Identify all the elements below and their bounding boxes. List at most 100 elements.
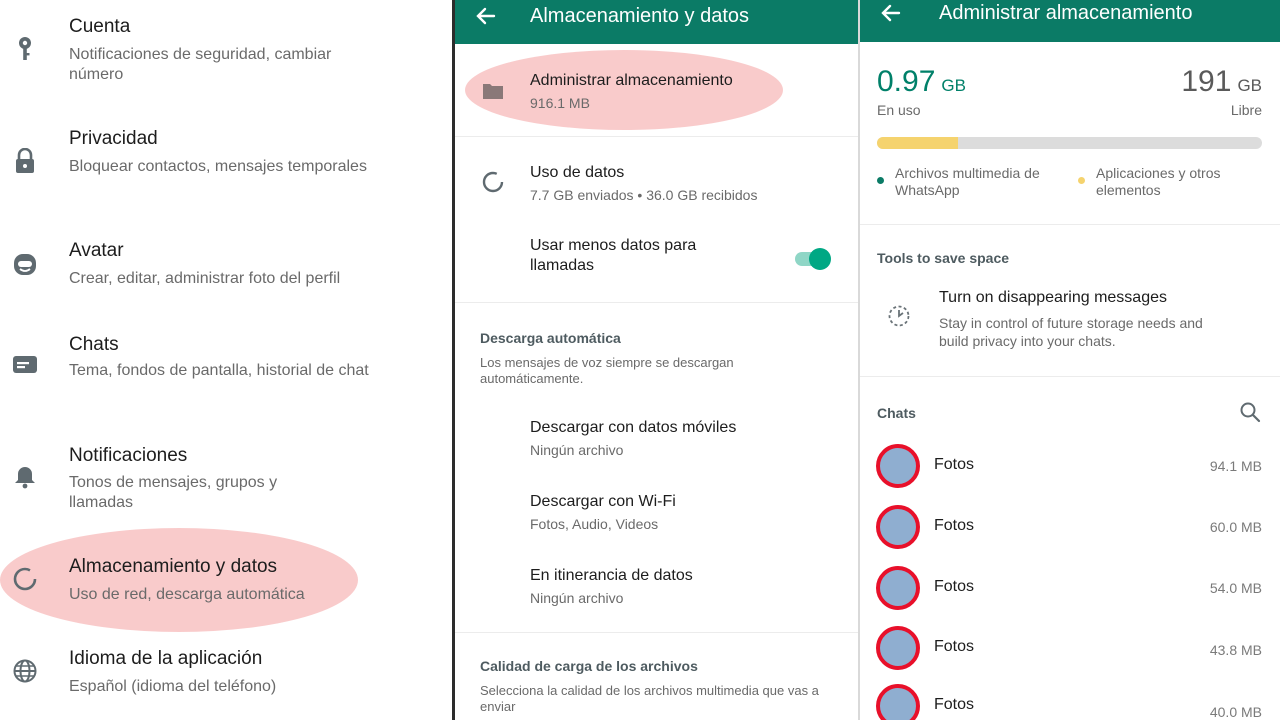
used-number: 0.97 <box>877 65 936 98</box>
folder-icon <box>482 82 504 105</box>
settings-item-notifications[interactable]: Notificaciones Tonos de mensajes, grupos… <box>0 430 452 528</box>
settings-item-subtitle: Bloquear contactos, mensajes temporales <box>69 158 367 175</box>
upload-quality-heading: Calidad de carga de los archivos <box>480 658 698 674</box>
less-data-title-line2: llamadas <box>530 257 595 274</box>
manage-storage-row[interactable]: Administrar almacenamiento 916.1 MB <box>455 60 858 130</box>
chat-size: 40.0 MB <box>1209 704 1262 720</box>
manage-storage-size: 916.1 MB <box>530 95 590 111</box>
app-header: Administrar almacenamiento <box>860 0 1280 42</box>
download-mobile-row[interactable]: Descargar con datos móviles Ningún archi… <box>455 410 858 470</box>
chat-name: Fotos <box>934 578 975 595</box>
legend-dot-yellow <box>1078 177 1085 184</box>
divider <box>455 632 858 633</box>
settings-item-account[interactable]: Cuenta Notificaciones de seguridad, camb… <box>0 0 452 110</box>
disappearing-messages-row[interactable]: Turn on disappearing messages Stay in co… <box>860 282 1280 362</box>
settings-item-subtitle: Tema, fondos de pantalla, historial de c… <box>69 362 369 379</box>
chat-icon <box>12 352 38 378</box>
disappearing-subtitle: Stay in control of future storage needs … <box>939 315 1203 349</box>
used-label: En uso <box>877 102 921 118</box>
download-roaming-title: En itinerancia de datos <box>530 567 693 584</box>
chat-row[interactable]: Fotos 40.0 MB <box>860 680 1280 720</box>
upload-quality-note: Selecciona la calidad de los archivos mu… <box>480 683 819 714</box>
storage-data-panel: Almacenamiento y datos Administrar almac… <box>455 0 858 720</box>
settings-item-subtitle: Notificaciones de seguridad, cambiar núm… <box>69 46 332 83</box>
avatar <box>876 684 920 720</box>
avatar <box>876 626 920 670</box>
disappearing-title: Turn on disappearing messages <box>939 289 1167 306</box>
settings-item-title: Privacidad <box>69 128 158 149</box>
free-unit: GB <box>1237 76 1262 95</box>
settings-item-privacy[interactable]: Privacidad Bloquear contactos, mensajes … <box>0 112 452 222</box>
free-label: Libre <box>1230 102 1262 118</box>
download-wifi-title: Descargar con Wi-Fi <box>530 493 676 510</box>
data-usage-row[interactable]: Uso de datos 7.7 GB enviados • 36.0 GB r… <box>455 152 858 212</box>
settings-item-title: Cuenta <box>69 16 131 37</box>
divider <box>860 224 1280 225</box>
download-wifi-row[interactable]: Descargar con Wi-Fi Fotos, Audio, Videos <box>455 484 858 544</box>
chat-row[interactable]: Fotos 94.1 MB <box>860 438 1280 494</box>
chats-heading: Chats <box>877 405 916 421</box>
chat-size: 54.0 MB <box>1209 580 1262 596</box>
lock-icon <box>12 148 38 174</box>
chat-name: Fotos <box>934 696 975 713</box>
divider <box>455 302 858 303</box>
settings-item-chats[interactable]: Chats Tema, fondos de pantalla, historia… <box>0 318 452 428</box>
tools-heading: Tools to save space <box>877 250 1010 266</box>
download-wifi-subtitle: Fotos, Audio, Videos <box>530 516 659 532</box>
chat-row[interactable]: Fotos 60.0 MB <box>860 499 1280 555</box>
data-usage-icon <box>12 566 38 592</box>
settings-item-storage-data[interactable]: Almacenamiento y datos Uso de red, desca… <box>0 540 452 630</box>
settings-item-subtitle: Tonos de mensajes, grupos y llamadas <box>69 474 278 511</box>
data-usage-subtitle: 7.7 GB enviados • 36.0 GB recibidos <box>530 187 758 203</box>
legend-apps-label: Aplicaciones y otros elementos <box>1096 165 1221 198</box>
app-header: Almacenamiento y datos <box>455 0 858 44</box>
settings-item-language[interactable]: Idioma de la aplicación Español (idioma … <box>0 632 452 720</box>
settings-panel: Cuenta Notificaciones de seguridad, camb… <box>0 0 452 720</box>
less-data-calls-row[interactable]: Usar menos datos para llamadas <box>455 230 858 290</box>
less-data-title-line1: Usar menos datos para <box>530 237 697 254</box>
settings-item-title: Avatar <box>69 240 124 261</box>
avatar <box>876 566 920 610</box>
legend-dot-green <box>877 177 884 184</box>
manage-storage-title: Administrar almacenamiento <box>530 72 733 89</box>
chat-name: Fotos <box>934 456 975 473</box>
back-arrow-icon[interactable] <box>475 5 497 27</box>
avatar <box>876 505 920 549</box>
settings-item-subtitle: Crear, editar, administrar foto del perf… <box>69 270 341 287</box>
bell-icon <box>12 464 38 490</box>
settings-item-subtitle: Uso de red, descarga automática <box>69 586 305 603</box>
back-arrow-icon[interactable] <box>880 2 902 24</box>
data-usage-title: Uso de datos <box>530 164 625 181</box>
download-mobile-title: Descargar con datos móviles <box>530 419 737 436</box>
settings-item-title: Chats <box>69 334 119 355</box>
settings-item-subtitle: Español (idioma del teléfono) <box>69 678 277 695</box>
search-icon[interactable] <box>1239 401 1261 428</box>
page-title: Administrar almacenamiento <box>939 2 1193 24</box>
legend-whatsapp-label: Archivos multimedia de WhatsApp <box>895 165 1040 198</box>
storage-bar <box>877 137 1262 149</box>
avatar <box>876 444 920 488</box>
settings-item-avatar[interactable]: Avatar Crear, editar, administrar foto d… <box>0 224 452 316</box>
auto-download-note: Los mensajes de voz siempre se descargan… <box>480 355 734 386</box>
download-roaming-row[interactable]: En itinerancia de datos Ningún archivo <box>455 558 858 618</box>
chat-size: 94.1 MB <box>1209 458 1262 474</box>
less-data-toggle[interactable] <box>795 247 831 270</box>
used-unit: GB <box>941 76 966 95</box>
download-mobile-subtitle: Ningún archivo <box>530 442 624 458</box>
chat-name: Fotos <box>934 638 975 655</box>
globe-icon <box>12 658 38 684</box>
avatar-icon <box>12 251 38 277</box>
auto-download-heading: Descarga automática <box>480 330 621 346</box>
divider <box>455 136 858 137</box>
chat-row[interactable]: Fotos 43.8 MB <box>860 620 1280 676</box>
settings-item-title: Notificaciones <box>69 445 188 466</box>
chat-name: Fotos <box>934 517 975 534</box>
chat-row[interactable]: Fotos 54.0 MB <box>860 560 1280 616</box>
divider <box>860 376 1280 377</box>
data-usage-icon <box>481 170 505 199</box>
free-storage-value: 191 GB <box>1181 65 1262 99</box>
storage-bar-used <box>877 137 958 149</box>
chat-size: 43.8 MB <box>1209 642 1262 658</box>
manage-storage-panel: Administrar almacenamiento 0.97 GB En uso… <box>860 0 1280 720</box>
page-title: Almacenamiento y datos <box>530 5 750 27</box>
